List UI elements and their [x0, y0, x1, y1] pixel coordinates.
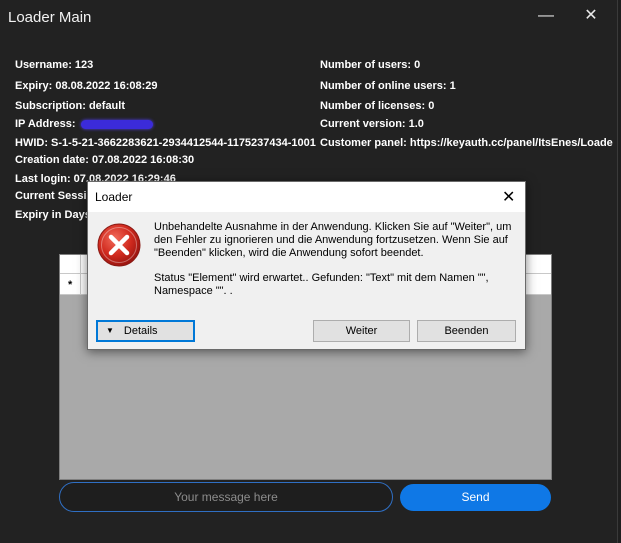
expiry-label: Expiry: 08.08.2022 16:08:29 [15, 80, 158, 92]
window-title: Loader Main [8, 9, 92, 26]
chevron-down-icon: ▼ [106, 326, 114, 336]
details-label: Details [123, 325, 158, 337]
error-icon [97, 223, 141, 267]
minimize-button[interactable]: — [536, 6, 556, 26]
message-input[interactable]: Your message here [59, 482, 393, 512]
send-button[interactable]: Send [400, 484, 551, 511]
redaction-mark [80, 119, 153, 129]
creation-date-label: Creation date: 07.08.2022 16:08:30 [15, 154, 195, 166]
new-row-marker: * [68, 279, 73, 291]
num-online-users-label: Number of online users: 1 [320, 80, 456, 92]
error-dialog: Loader ✕ Unbehandelte Ausnahme in der An… [87, 181, 526, 350]
quit-button[interactable]: Beenden [417, 320, 516, 342]
close-button[interactable]: ✕ [581, 6, 601, 26]
dialog-title: Loader [95, 190, 133, 204]
customer-panel-label: Customer panel: https://keyauth.cc/panel… [320, 137, 613, 149]
dialog-message-main: Unbehandelte Ausnahme in der Anwendung. … [154, 221, 512, 259]
current-version-label: Current version: 1.0 [320, 118, 424, 130]
username-label: Username: 123 [15, 59, 94, 71]
dialog-titlebar: Loader ✕ [88, 182, 525, 212]
current-session-label: Current Sessio [15, 190, 94, 202]
dialog-message-detail: Status "Element" wird erwartet.. Gefunde… [154, 272, 489, 297]
details-button[interactable]: ▼ Details [96, 320, 195, 342]
num-users-label: Number of users: 0 [320, 59, 421, 71]
subscription-label: Subscription: default [15, 100, 125, 112]
ip-address-label: IP Address: [15, 118, 79, 130]
dialog-message: Unbehandelte Ausnahme in der Anwendung. … [154, 221, 514, 310]
num-licenses-label: Number of licenses: 0 [320, 100, 435, 112]
expiry-days-label: Expiry in Days [15, 209, 91, 221]
dialog-close-button[interactable]: ✕ [502, 187, 515, 207]
hwid-label: HWID: S-1-5-21-3662283621-2934412544-117… [15, 137, 316, 149]
ip-address-row: IP Address: [15, 118, 153, 130]
continue-button[interactable]: Weiter [313, 320, 410, 342]
